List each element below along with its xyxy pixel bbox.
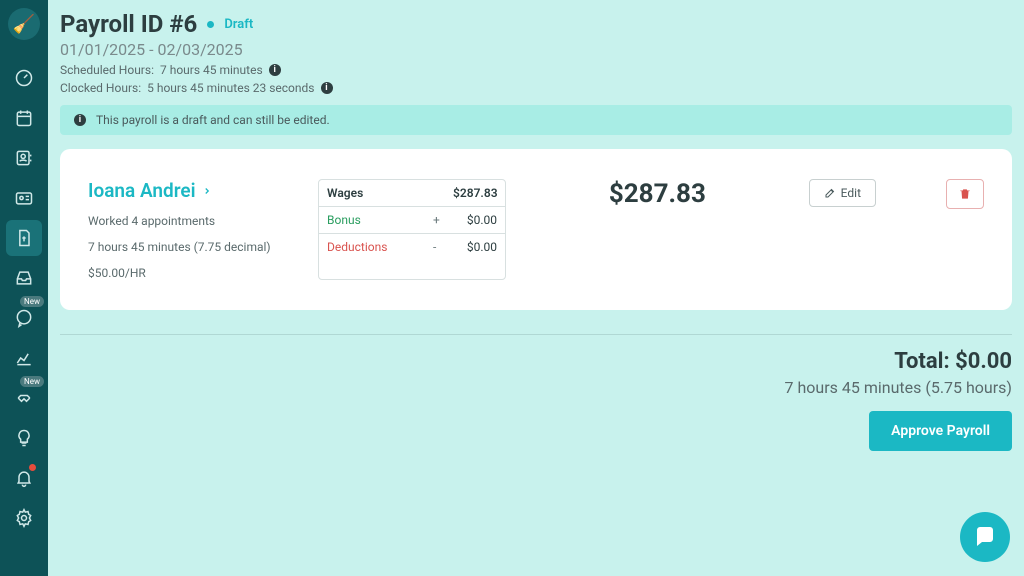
wages-label: Wages <box>319 180 433 206</box>
wages-value: $287.83 <box>445 180 505 206</box>
approve-payroll-button[interactable]: Approve Payroll <box>869 411 1012 451</box>
hourly-rate: $50.00/HR <box>88 266 288 280</box>
grand-total: Total: $0.00 <box>60 349 1012 374</box>
edit-button[interactable]: Edit <box>809 179 876 207</box>
bonus-label: Bonus <box>319 207 433 233</box>
edit-icon <box>824 187 836 199</box>
nav-conversations[interactable]: New <box>6 300 42 336</box>
nav-clients[interactable] <box>6 140 42 176</box>
gear-icon <box>14 508 34 528</box>
nav-notifications[interactable] <box>6 460 42 496</box>
status-badge: Draft <box>224 17 253 32</box>
handshake-icon <box>14 388 34 408</box>
contact-icon <box>14 148 34 168</box>
employee-name-link[interactable]: Ioana Andrei <box>88 179 288 202</box>
chat-fab[interactable] <box>960 512 1010 562</box>
nav-reports[interactable] <box>6 340 42 376</box>
new-badge-2: New <box>20 376 44 387</box>
gauge-icon <box>14 68 34 88</box>
page-title: Payroll ID #6 <box>60 10 197 38</box>
draft-alert: i This payroll is a draft and can still … <box>60 105 1012 135</box>
app-logo[interactable]: 🧹 <box>8 8 40 40</box>
nav-inbox[interactable] <box>6 260 42 296</box>
chevron-right-icon <box>202 186 212 196</box>
employee-total: $287.83 <box>609 179 706 280</box>
nav-payroll[interactable] <box>6 220 42 256</box>
lightbulb-icon <box>14 428 34 448</box>
scheduled-hours: Scheduled Hours: 7 hours 45 minutes i <box>60 63 1012 77</box>
appointments-count: Worked 4 appointments <box>88 214 288 228</box>
trash-icon <box>958 187 972 201</box>
bonus-value: $0.00 <box>445 207 505 233</box>
nav-settings[interactable] <box>6 500 42 536</box>
nav-dashboard[interactable] <box>6 60 42 96</box>
chat-icon <box>973 525 997 549</box>
notification-dot <box>29 464 36 471</box>
wage-breakdown-table: Wages $287.83 Bonus + $0.00 Deductions -… <box>318 179 506 280</box>
deductions-label: Deductions <box>319 234 433 260</box>
id-card-icon <box>14 188 34 208</box>
hours-worked: 7 hours 45 minutes (7.75 decimal) <box>88 240 288 254</box>
nav-partnerships[interactable]: New <box>6 380 42 416</box>
nav-ideas[interactable] <box>6 420 42 456</box>
clocked-hours: Clocked Hours: 5 hours 45 minutes 23 sec… <box>60 81 1012 95</box>
chart-icon <box>14 348 34 368</box>
delete-button[interactable] <box>946 179 984 209</box>
total-hours: 7 hours 45 minutes (5.75 hours) <box>60 378 1012 397</box>
info-icon: i <box>74 114 86 126</box>
nav-employees[interactable] <box>6 180 42 216</box>
info-icon[interactable]: i <box>321 82 333 94</box>
info-icon[interactable]: i <box>269 64 281 76</box>
invoice-icon <box>14 228 34 248</box>
sidebar: 🧹 New New <box>0 0 48 576</box>
calendar-icon <box>14 108 34 128</box>
new-badge: New <box>20 296 44 307</box>
inbox-icon <box>14 268 34 288</box>
status-dot <box>207 21 214 28</box>
divider <box>60 334 1012 335</box>
date-range: 01/01/2025 - 02/03/2025 <box>60 40 1012 59</box>
nav-calendar[interactable] <box>6 100 42 136</box>
employee-card: Ioana Andrei Worked 4 appointments 7 hou… <box>60 149 1012 310</box>
chat-bubble-icon <box>14 308 34 328</box>
deductions-value: $0.00 <box>445 234 505 260</box>
main-content: Payroll ID #6 Draft 01/01/2025 - 02/03/2… <box>48 0 1024 576</box>
bell-icon <box>14 468 34 488</box>
